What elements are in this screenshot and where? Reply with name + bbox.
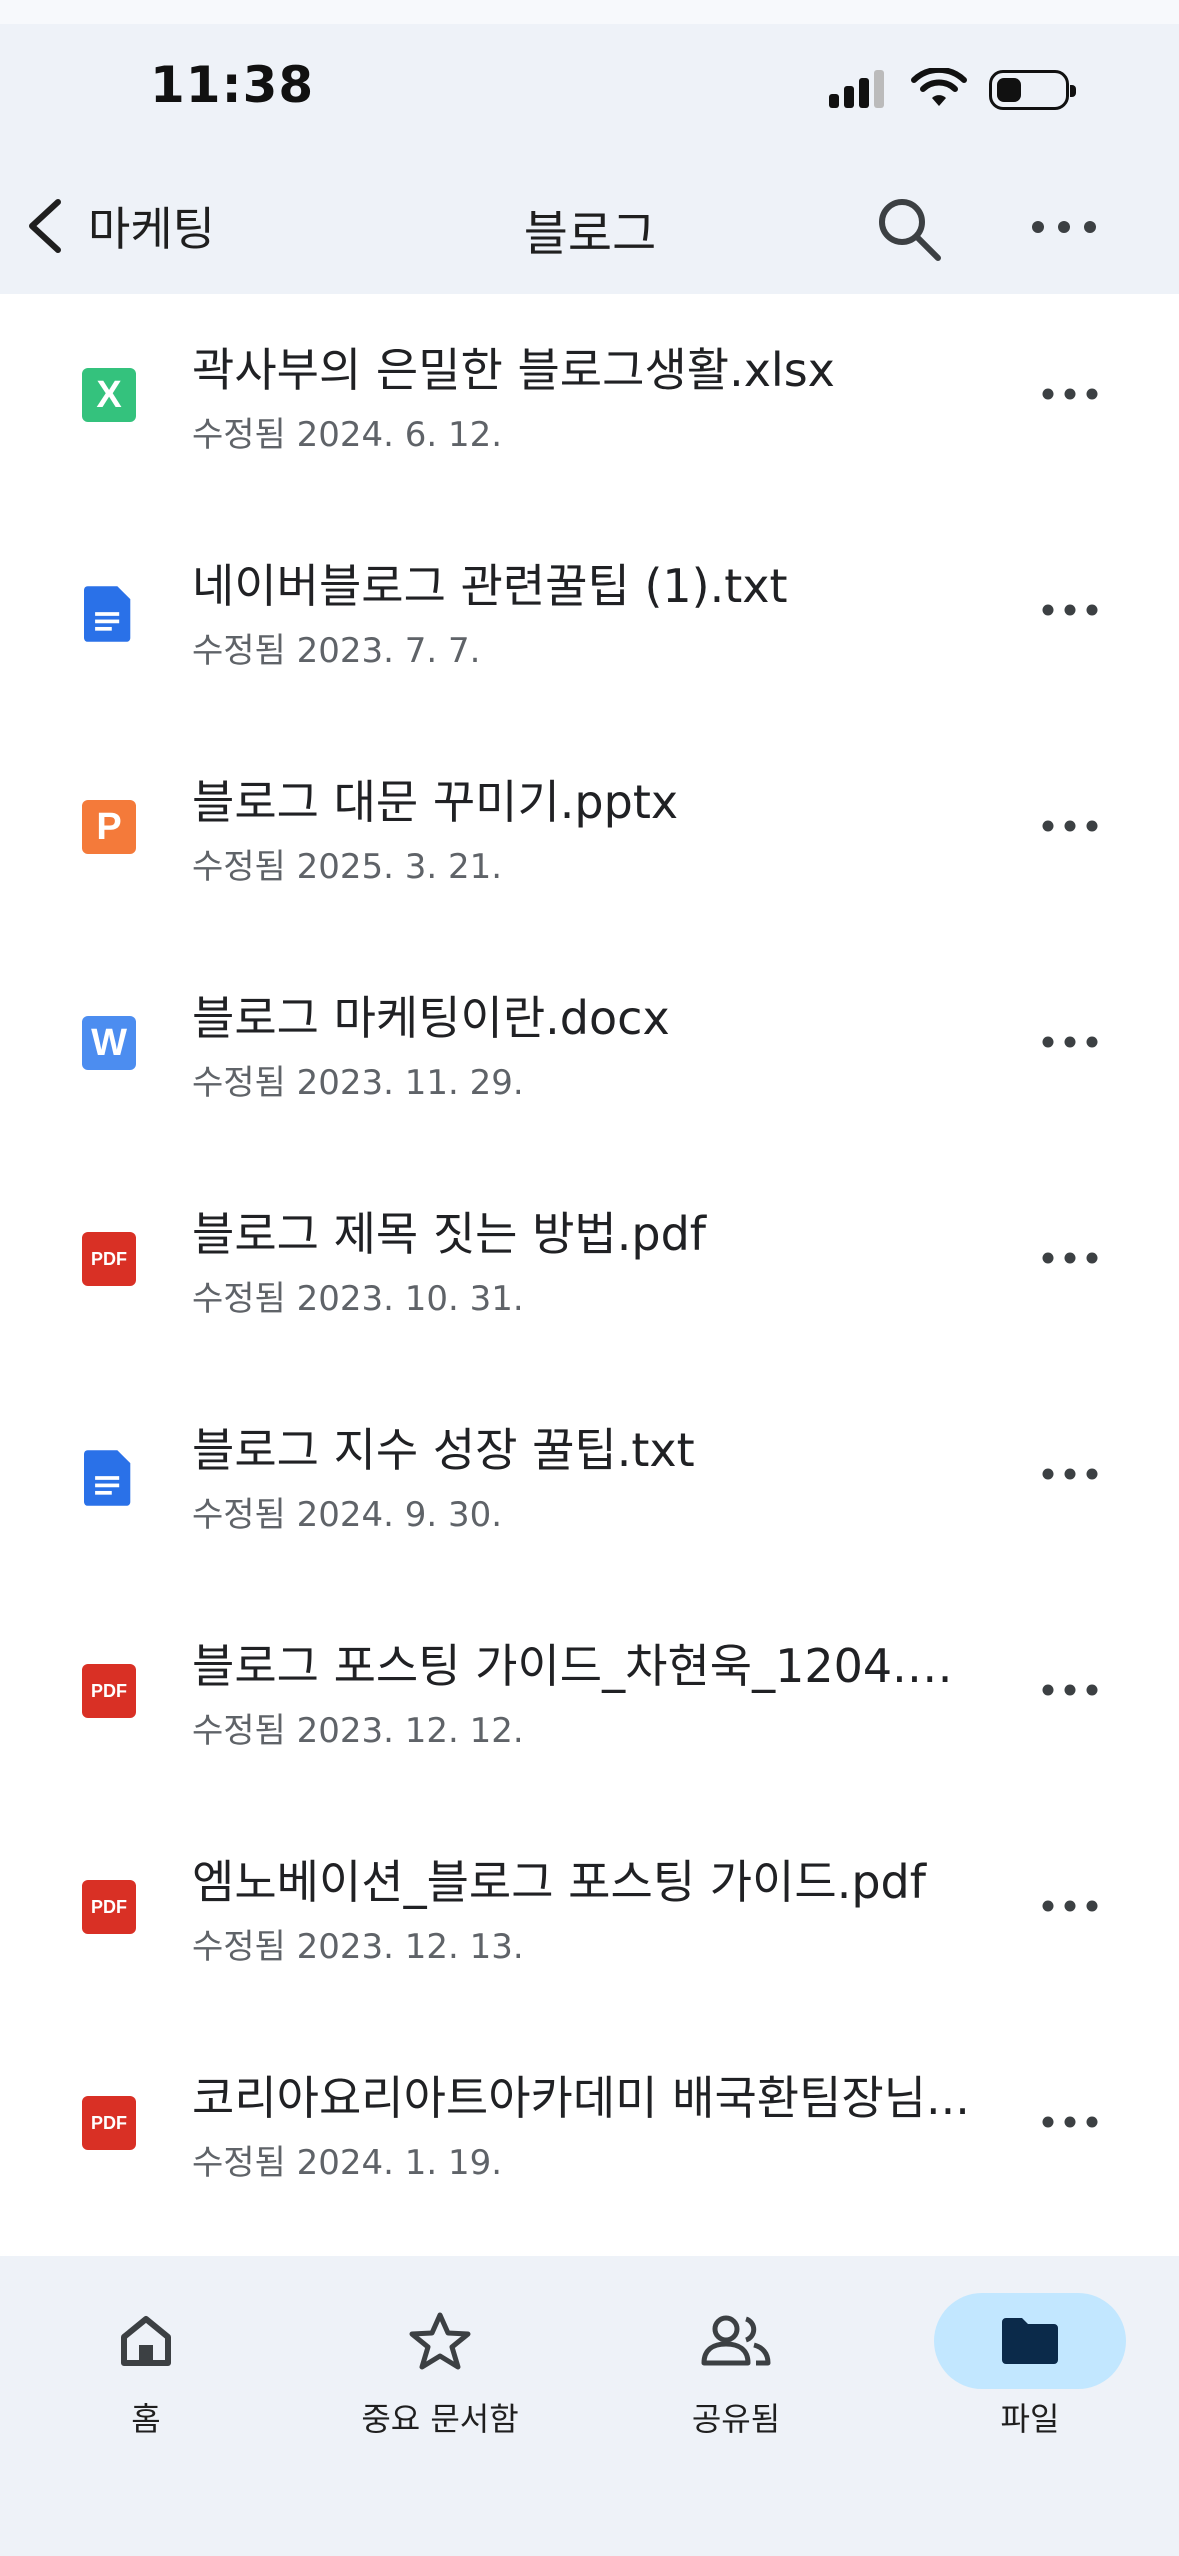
nav-tab-files[interactable]: 파일 <box>900 2256 1160 2506</box>
page-title: 블로그 <box>523 206 657 262</box>
nav-label: 중요 문서함 <box>361 2400 519 2438</box>
file-name: 블로그 제목 짓는 방법.pdf <box>192 1207 706 1261</box>
back-label: 마케팅 <box>88 202 215 256</box>
pptx-file-icon: P <box>82 800 136 854</box>
file-row[interactable]: 네이버블로그 관련꿀팁 (1).txt 수정됨 2023. 7. 7. <box>0 510 1179 726</box>
star-icon <box>310 2296 570 2386</box>
row-more-icon[interactable] <box>1040 2102 1100 2142</box>
folder-icon <box>934 2293 1126 2389</box>
nav-label: 공유됨 <box>691 2400 781 2438</box>
row-more-icon[interactable] <box>1040 806 1100 846</box>
row-more-icon[interactable] <box>1040 1454 1100 1494</box>
active-tab-indicator <box>900 2293 1160 2389</box>
row-more-icon[interactable] <box>1040 374 1100 414</box>
file-name: 블로그 대문 꾸미기.pptx <box>192 775 679 829</box>
header: 11:38 마케팅 블로그 <box>0 24 1179 294</box>
status-icons <box>829 68 1079 128</box>
home-icon <box>16 2296 276 2386</box>
top-strip <box>0 0 1179 24</box>
file-modified-date: 수정됨 2023. 11. 29. <box>192 1063 524 1103</box>
file-row[interactable]: PDF 엠노베이션_블로그 포스팅 가이드.pdf 수정됨 2023. 12. … <box>0 1806 1179 2022</box>
battery-icon <box>989 70 1076 110</box>
pdf-file-icon: PDF <box>82 2096 136 2150</box>
file-row[interactable]: W 블로그 마케팅이란.docx 수정됨 2023. 11. 29. <box>0 942 1179 1158</box>
wifi-icon <box>911 68 967 106</box>
pdf-file-icon: PDF <box>82 1880 136 1934</box>
people-icon <box>606 2296 866 2386</box>
back-button[interactable]: 마케팅 <box>22 196 272 256</box>
nav-label: 홈 <box>131 2400 161 2438</box>
text-document-icon <box>84 586 131 642</box>
file-list: X 곽사부의 은밀한 블로그생활.xlsx 수정됨 2024. 6. 12. 네… <box>0 294 1179 2238</box>
nav-tab-home[interactable]: 홈 <box>16 2256 276 2506</box>
status-time: 11:38 <box>150 56 315 114</box>
file-modified-date: 수정됨 2023. 10. 31. <box>192 1279 524 1319</box>
more-options-icon[interactable] <box>1030 202 1098 252</box>
search-icon[interactable] <box>874 194 946 266</box>
chevron-left-icon <box>29 199 61 253</box>
file-row[interactable]: 블로그 지수 성장 꿀팁.txt 수정됨 2024. 9. 30. <box>0 1374 1179 1590</box>
file-name: 코리아요리아트아카데미 배국환팀장님... <box>192 2071 970 2125</box>
file-name: 곽사부의 은밀한 블로그생활.xlsx <box>192 343 835 397</box>
row-more-icon[interactable] <box>1040 1238 1100 1278</box>
file-modified-date: 수정됨 2024. 1. 19. <box>192 2143 503 2183</box>
bottom-navigation: 홈 중요 문서함 공유됨 파일 <box>0 2256 1179 2556</box>
file-modified-date: 수정됨 2023. 7. 7. <box>192 631 481 671</box>
cellular-signal-icon <box>829 68 889 108</box>
nav-label: 파일 <box>1000 2400 1060 2438</box>
nav-tab-shared[interactable]: 공유됨 <box>606 2256 866 2506</box>
file-modified-date: 수정됨 2023. 12. 12. <box>192 1711 524 1751</box>
pdf-file-icon: PDF <box>82 1664 136 1718</box>
file-row[interactable]: PDF 코리아요리아트아카데미 배국환팀장님... 수정됨 2024. 1. 1… <box>0 2022 1179 2238</box>
file-name: 네이버블로그 관련꿀팁 (1).txt <box>192 559 788 613</box>
file-row[interactable]: P 블로그 대문 꾸미기.pptx 수정됨 2025. 3. 21. <box>0 726 1179 942</box>
docx-file-icon: W <box>82 1016 136 1070</box>
row-more-icon[interactable] <box>1040 590 1100 630</box>
file-row[interactable]: PDF 블로그 제목 짓는 방법.pdf 수정됨 2023. 10. 31. <box>0 1158 1179 1374</box>
file-row[interactable]: X 곽사부의 은밀한 블로그생활.xlsx 수정됨 2024. 6. 12. <box>0 294 1179 510</box>
file-name: 블로그 지수 성장 꿀팁.txt <box>192 1423 695 1477</box>
nav-tab-starred[interactable]: 중요 문서함 <box>310 2256 570 2506</box>
pdf-file-icon: PDF <box>82 1232 136 1286</box>
text-document-icon <box>84 1450 131 1506</box>
row-more-icon[interactable] <box>1040 1670 1100 1710</box>
file-modified-date: 수정됨 2024. 6. 12. <box>192 415 503 455</box>
file-modified-date: 수정됨 2024. 9. 30. <box>192 1495 503 1535</box>
file-name: 엠노베이션_블로그 포스팅 가이드.pdf <box>192 1855 926 1909</box>
file-name: 블로그 마케팅이란.docx <box>192 991 670 1045</box>
file-row[interactable]: PDF 블로그 포스팅 가이드_차현욱_1204.pdf 수정됨 2023. 1… <box>0 1590 1179 1806</box>
file-name: 블로그 포스팅 가이드_차현욱_1204.pdf <box>192 1639 972 1693</box>
file-modified-date: 수정됨 2025. 3. 21. <box>192 847 503 887</box>
xlsx-file-icon: X <box>82 368 136 422</box>
row-more-icon[interactable] <box>1040 1022 1100 1062</box>
file-modified-date: 수정됨 2023. 12. 13. <box>192 1927 524 1967</box>
row-more-icon[interactable] <box>1040 1886 1100 1926</box>
